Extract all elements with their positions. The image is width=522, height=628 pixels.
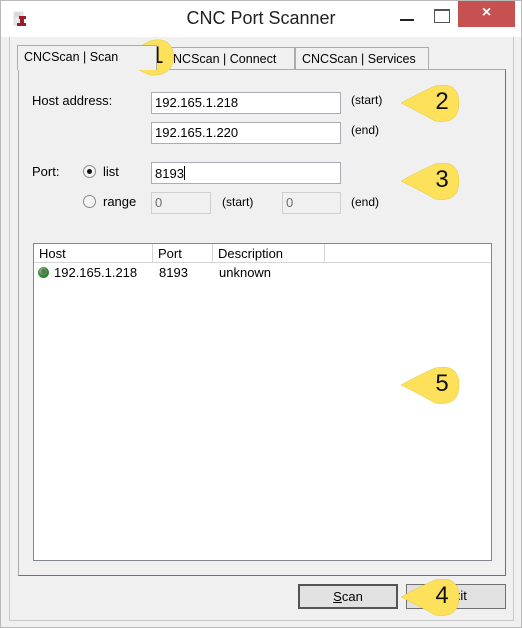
close-icon: ×: [481, 4, 492, 21]
column-header-filler: [325, 244, 491, 263]
callout-4: 4: [399, 577, 461, 617]
port-list-value: 8193: [155, 166, 184, 181]
port-range-end-label: (end): [351, 195, 380, 209]
app-window: CNC Port Scanner × CNCScan | Scan CNCSca…: [0, 0, 522, 628]
row-host: 192.165.1.218: [54, 265, 138, 280]
scan-accel: S: [333, 589, 342, 604]
port-range-end-input[interactable]: 0: [282, 192, 341, 214]
text-caret: [183, 166, 185, 180]
row-port: 8193: [159, 265, 188, 280]
port-range-start-input[interactable]: 0: [151, 192, 211, 214]
column-header-description[interactable]: Description: [213, 244, 325, 263]
port-range-start-label: (start): [222, 195, 254, 209]
callout-3: 3: [399, 161, 461, 201]
port-label: Port:: [32, 164, 60, 179]
column-header-host[interactable]: Host: [34, 244, 153, 263]
port-list-label[interactable]: list: [103, 164, 119, 179]
host-start-label: (start): [351, 93, 383, 107]
minimize-button[interactable]: [389, 1, 423, 27]
callout-number: 4: [435, 582, 449, 609]
host-end-input[interactable]: 192.165.1.220: [151, 122, 341, 144]
port-range-label[interactable]: range: [103, 194, 136, 209]
callout-2: 2: [399, 83, 461, 123]
port-list-radio[interactable]: [83, 165, 96, 178]
tab-connect[interactable]: CNCScan | Connect: [157, 47, 295, 69]
scan-label: can: [341, 589, 363, 604]
scan-button[interactable]: Scan: [298, 584, 398, 609]
tab-services[interactable]: CNCScan | Services: [295, 47, 429, 69]
callout-number: 5: [435, 370, 449, 397]
column-header-port[interactable]: Port: [153, 244, 213, 263]
callout-number: 3: [435, 166, 449, 193]
title-bar[interactable]: CNC Port Scanner ×: [1, 1, 521, 37]
port-list-input[interactable]: 8193: [151, 162, 341, 184]
host-address-label: Host address:: [32, 93, 113, 108]
close-button[interactable]: ×: [458, 1, 515, 27]
callout-number: 2: [435, 88, 449, 115]
host-online-icon: [38, 267, 49, 278]
callout-5: 5: [399, 365, 461, 405]
maximize-button[interactable]: [424, 1, 458, 27]
table-row[interactable]: 192.165.1.218 8193 unknown: [34, 264, 491, 281]
results-header: Host Port Description: [34, 244, 491, 263]
host-start-input[interactable]: 192.165.1.218: [151, 92, 341, 114]
row-description: unknown: [219, 265, 272, 280]
host-end-label: (end): [351, 123, 380, 137]
tab-scan[interactable]: CNCScan | Scan: [17, 45, 157, 70]
port-range-radio[interactable]: [83, 195, 96, 208]
